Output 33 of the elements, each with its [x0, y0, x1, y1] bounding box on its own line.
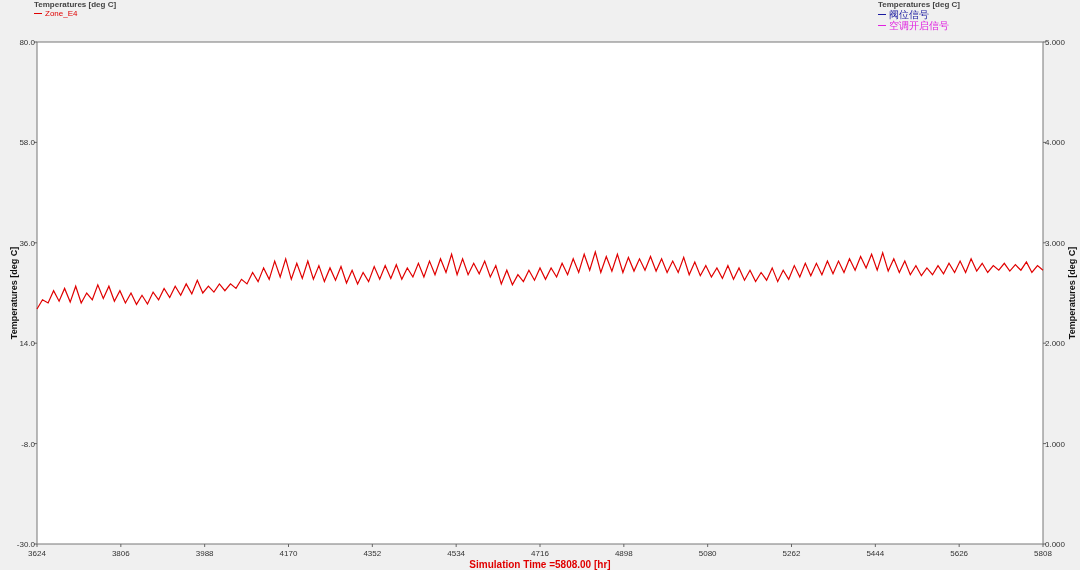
- y-tick-label: 80.0: [19, 38, 35, 47]
- x-axis-title: Simulation Time =5808.00 [hr]: [469, 559, 611, 570]
- legend-label: Zone_E4: [45, 9, 78, 18]
- y-tick-label: -8.0: [21, 439, 35, 449]
- x-tick-label: 3624: [28, 549, 46, 558]
- x-tick-label: 3988: [195, 549, 214, 558]
- y2-tick-label: 5.000: [1045, 38, 1066, 47]
- x-tick-label: 4352: [363, 549, 382, 558]
- y-axis-title: Temperatures [deg C]: [9, 246, 19, 340]
- x-tick-label: 5808: [1034, 549, 1052, 558]
- legend-label: 空调开启信号: [888, 20, 949, 31]
- x-tick-label: 5626: [950, 549, 969, 558]
- legend-label: 阀位信号: [888, 9, 929, 20]
- x-tick-label: 4716: [531, 549, 549, 558]
- x-tick-label: 5262: [782, 549, 801, 558]
- y2-tick-label: 0.000: [1045, 540, 1066, 549]
- y2-axis-title: Temperatures [deg C]: [1067, 246, 1077, 340]
- legend-title: Temperatures [deg C]: [877, 0, 960, 9]
- y2-tick-label: 2.000: [1045, 339, 1066, 349]
- x-tick-label: 4170: [279, 549, 298, 558]
- y-tick-label: 58.0: [19, 138, 35, 148]
- x-tick-label: 3806: [111, 549, 130, 558]
- y-tick-label: -30.0: [16, 540, 35, 549]
- x-tick-label: 5444: [866, 549, 885, 558]
- y2-tick-label: 4.000: [1045, 138, 1066, 148]
- y-tick-label: 14.0: [19, 339, 35, 349]
- legend-title: Temperatures [deg C]: [34, 0, 117, 9]
- x-tick-label: 4898: [614, 549, 633, 558]
- x-tick-label: 4534: [447, 549, 466, 558]
- x-tick-label: 5080: [698, 549, 717, 558]
- y2-tick-label: 1.000: [1045, 439, 1066, 449]
- y-tick-label: 36.0: [19, 238, 35, 248]
- y2-tick-label: 3.000: [1045, 238, 1066, 248]
